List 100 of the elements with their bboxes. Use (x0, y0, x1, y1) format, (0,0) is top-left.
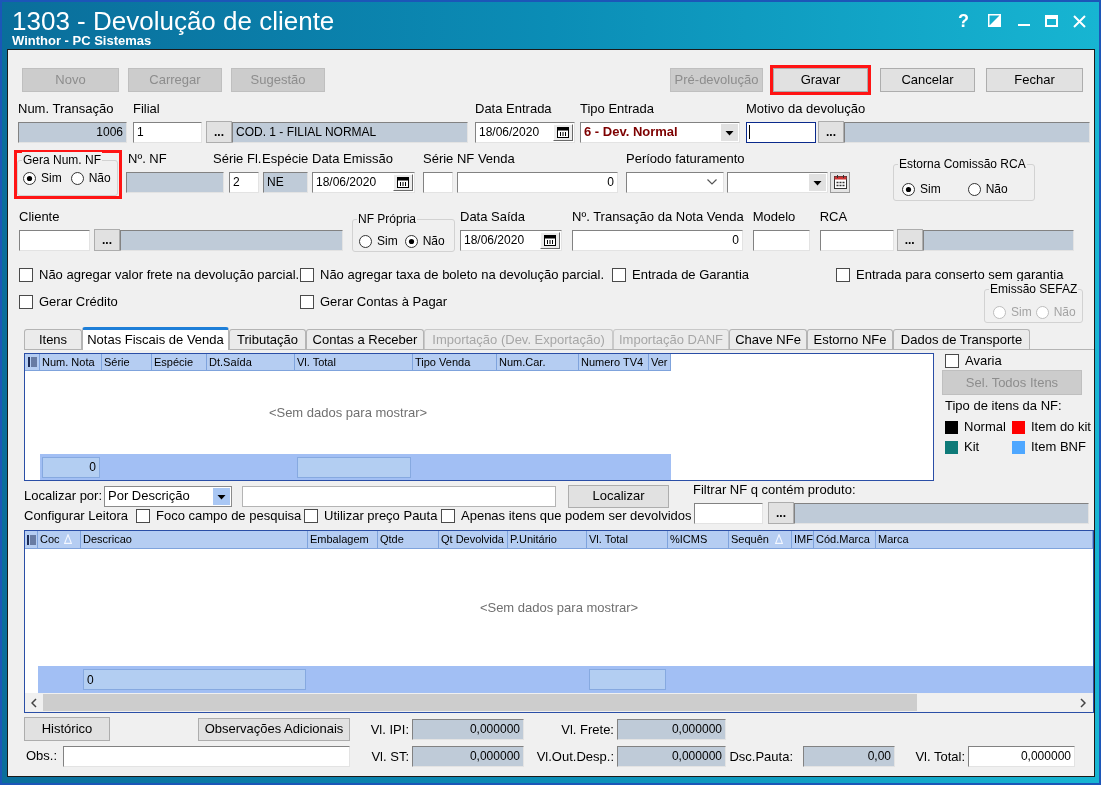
checkbox-option[interactable]: Avaria (945, 353, 1002, 369)
checkbox-option[interactable]: Entrada para conserto sem garantia (836, 267, 1064, 283)
field-label: RCA (819, 209, 848, 225)
lookup-button[interactable]: ... (768, 502, 794, 524)
maximize-icon[interactable] (1045, 15, 1058, 27)
search-mode-dropdown[interactable]: Por Descrição (104, 485, 232, 507)
radio-option[interactable]: Não (70, 170, 111, 186)
text-field[interactable] (746, 121, 816, 143)
footer-button[interactable]: Observações Adicionais (198, 717, 350, 741)
checkbox-option[interactable]: Utilizar preço Pauta (304, 508, 438, 524)
checkbox-option[interactable]: Apenas itens que podem ser devolvidos (441, 508, 692, 524)
date-field[interactable]: 18/06/2020 (475, 121, 575, 143)
field-label: Período faturamento (626, 151, 745, 167)
column-header[interactable]: %ICMS (668, 531, 729, 548)
radio-option[interactable]: Não (967, 181, 1008, 197)
calendar-button[interactable] (830, 171, 850, 193)
column-header[interactable]: Qtde (378, 531, 439, 548)
text-field[interactable] (819, 229, 894, 251)
scroll-right-icon[interactable] (1080, 697, 1086, 708)
column-header[interactable]: Marca (876, 531, 1093, 548)
radio-option[interactable]: Sim (359, 233, 398, 249)
toolbar-button[interactable]: Cancelar (880, 68, 975, 92)
column-header[interactable]: Numero TV4 (579, 354, 649, 370)
total-field[interactable]: 0,000000 (968, 745, 1075, 767)
tab[interactable]: Chave NFe (729, 329, 807, 349)
column-header[interactable]: Num.Car. (497, 354, 579, 370)
scroll-left-icon[interactable] (31, 697, 37, 708)
empty-message: <Sem dados para mostrar> (479, 598, 639, 617)
field-label: Espécie (262, 151, 309, 167)
dropdown[interactable]: 6 - Dev. Normal (580, 121, 740, 143)
lookup-button[interactable]: ... (206, 121, 232, 143)
lookup-button[interactable]: ... (818, 121, 844, 143)
legend-label: Item do kit (1031, 419, 1091, 435)
text-field[interactable] (423, 171, 453, 193)
tab[interactable]: Tributação (229, 329, 306, 349)
text-field[interactable] (752, 229, 810, 251)
field-label: Filial (133, 101, 160, 117)
list-icon (26, 534, 36, 545)
tab[interactable]: Estorno NFe (807, 329, 893, 349)
field-label: Obs.: (26, 748, 58, 764)
column-header[interactable]: Num. Nota (40, 354, 102, 370)
radio-option[interactable]: Sim (23, 170, 62, 186)
column-header[interactable]: Vl. Total (587, 531, 668, 548)
reader-config-label[interactable]: Configurar Leitora (24, 508, 129, 524)
text-field[interactable] (19, 229, 90, 251)
window-title: 1303 - Devolução de cliente (12, 7, 335, 35)
radio-option[interactable]: Não (404, 233, 445, 249)
column-header[interactable]: Cód.Marca (814, 531, 876, 548)
column-header[interactable]: Coc (38, 531, 81, 548)
column-header[interactable]: Sequên (729, 531, 792, 548)
close-icon[interactable] (1073, 15, 1086, 28)
checkbox-option[interactable]: Foco campo de pesquisa (136, 508, 302, 524)
tab[interactable]: Notas Fiscais de Venda (82, 327, 229, 350)
text-field[interactable]: 1 (133, 121, 202, 143)
half-filled-square-icon[interactable] (988, 14, 1001, 27)
total-field: 0,000000 (617, 718, 726, 740)
column-header[interactable]: Descricao (81, 531, 308, 548)
radio-option[interactable]: Sim (902, 181, 941, 197)
search-field[interactable] (242, 485, 556, 507)
checkbox-option[interactable]: Não agregar taxa de boleto na devolução parcial. (300, 267, 605, 283)
dropdown[interactable] (626, 171, 724, 193)
search-button[interactable]: Localizar (568, 484, 669, 508)
text-field[interactable]: 2 (229, 171, 259, 193)
column-header[interactable]: Ver (649, 354, 671, 370)
field-label: Data Emissão (312, 151, 393, 167)
scrollbar-thumb[interactable] (43, 694, 917, 711)
calendar-icon (833, 175, 847, 189)
text-field[interactable]: 0 (457, 171, 618, 193)
toolbar-button[interactable]: Fechar (986, 68, 1083, 92)
tab[interactable]: Dados de Transporte (893, 329, 1030, 349)
toolbar-button[interactable]: Gravar (773, 68, 868, 92)
dropdown[interactable] (727, 171, 828, 193)
column-header[interactable]: Qt Devolvida (439, 531, 508, 548)
sort-arrow-icon (775, 534, 783, 544)
summary-cell: 0 (83, 669, 306, 690)
field-label: Série NF Venda (423, 151, 515, 167)
column-header[interactable]: IMF (792, 531, 814, 548)
lookup-button[interactable]: ... (94, 229, 120, 251)
column-header[interactable]: Vl. Total (295, 354, 413, 370)
total-label: Vl. IPI: (370, 722, 409, 737)
lookup-button[interactable]: ... (896, 229, 923, 251)
column-header[interactable]: Tipo Venda (413, 354, 497, 370)
checkbox-option[interactable]: Gerar Contas à Pagar (300, 294, 448, 310)
column-header[interactable]: Espécie (152, 354, 207, 370)
column-header[interactable]: Embalagem (308, 531, 378, 548)
text-field[interactable] (694, 502, 763, 524)
column-header[interactable]: Série (102, 354, 152, 370)
column-header[interactable]: Dt.Saída (207, 354, 295, 370)
checkbox-option[interactable]: Gerar Crédito (19, 294, 118, 310)
footer-button[interactable]: Histórico (24, 717, 110, 741)
text-field[interactable]: 0 (572, 229, 743, 251)
checkbox-option[interactable]: Não agregar valor frete na devolução parcial. (19, 267, 300, 283)
date-field[interactable]: 18/06/2020 (460, 229, 562, 251)
field-label: Data Saída (460, 209, 526, 225)
obs-field[interactable] (63, 745, 350, 767)
checkbox-option[interactable]: Entrada de Garantia (612, 267, 750, 283)
column-header[interactable]: P.Unitário (508, 531, 587, 548)
tab[interactable]: Contas a Receber (306, 329, 424, 349)
tab[interactable]: Itens (24, 329, 82, 349)
date-field[interactable]: 18/06/2020 (312, 171, 415, 193)
